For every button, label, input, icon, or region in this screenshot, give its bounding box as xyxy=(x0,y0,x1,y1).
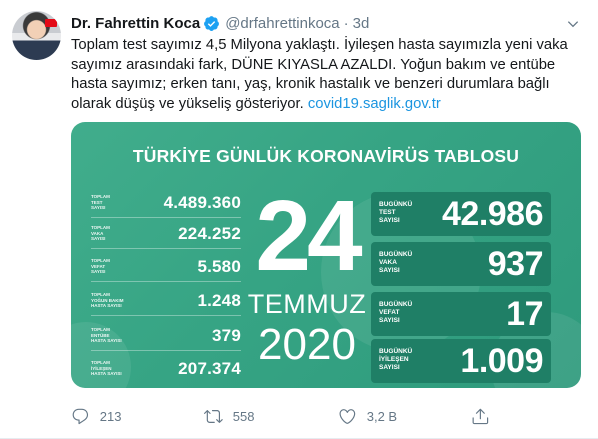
divider xyxy=(91,217,241,218)
left-stat-value: 224.252 xyxy=(178,224,241,243)
right-stat-today-recovered: BUGÜNKÜ İYİLEŞEN SAYISI 1.009 xyxy=(371,339,551,383)
tweet-image[interactable]: TÜRKİYE GÜNLÜK KORONAVİRÜS TABLOSU TOPLA… xyxy=(71,122,581,388)
left-stat-label: TOPLAM İYİLEŞEN HASTA SAYISI xyxy=(91,360,122,376)
left-stat-value: 207.374 xyxy=(178,359,241,378)
right-stat-label: BUGÜNKÜ TEST SAYISI xyxy=(379,201,413,224)
right-stat-value: 17 xyxy=(506,295,543,333)
tweet-text-line: olarak düşüş ve yükseliş gösteriyor. xyxy=(71,95,308,112)
author-handle[interactable]: @drfahrettinkoca xyxy=(225,15,339,32)
tweet-text-line: sayımız arasındaki fark, DÜNE KIYASLA AZ… xyxy=(71,56,556,73)
left-stat-icu: TOPLAM YOĞUN BAKIM HASTA SAYISI 1.248 xyxy=(71,288,241,316)
left-stat-value: 4.489.360 xyxy=(163,193,241,212)
left-stat-label: TOPLAM VEFAT SAYISI xyxy=(91,258,110,274)
left-stat-value: 1.248 xyxy=(197,291,241,310)
divider xyxy=(91,248,241,249)
divider xyxy=(91,281,241,282)
divider xyxy=(91,315,241,316)
right-stat-label: BUGÜNKÜ VEFAT SAYISI xyxy=(379,301,413,324)
date-year: 2020 xyxy=(258,320,356,369)
reply-icon xyxy=(72,408,89,424)
tweet-header: Dr. Fahrettin Koca @drfahrettinkoca · 3d xyxy=(71,13,369,33)
right-stat-label: BUGÜNKÜ İYİLEŞEN SAYISI xyxy=(379,348,413,371)
more-menu-button[interactable] xyxy=(562,13,584,35)
left-stat-total-tests: TOPLAM TEST SAYISI 4.489.360 xyxy=(71,190,241,218)
reply-count: 213 xyxy=(99,408,122,424)
left-stat-value: 379 xyxy=(212,326,241,345)
left-stat-intubated: TOPLAM ENTÜBE HASTA SAYISI 379 xyxy=(71,323,241,351)
right-stat-label: BUGÜNKÜ VAKA SAYISI xyxy=(379,251,413,274)
left-stat-label: TOPLAM YOĞUN BAKIM HASTA SAYISI xyxy=(91,292,124,308)
retweet-button[interactable]: 558 xyxy=(204,401,254,431)
right-stat-value: 937 xyxy=(487,245,544,283)
reply-button[interactable]: 213 xyxy=(71,401,121,431)
retweet-count: 558 xyxy=(232,408,255,424)
tweet-text: Toplam test sayımız 4,5 Milyona yaklaştı… xyxy=(71,36,581,114)
like-count: 3,2 B xyxy=(366,408,398,424)
like-icon xyxy=(339,408,356,424)
right-stat-today-cases: BUGÜNKÜ VAKA SAYISI 937 xyxy=(371,242,551,286)
share-icon xyxy=(472,408,489,424)
avatar[interactable] xyxy=(12,11,61,60)
separator-dot: · xyxy=(343,14,349,32)
date-day: 24 xyxy=(255,180,362,292)
flag-pin-icon xyxy=(45,19,57,27)
left-stat-total-cases: TOPLAM VAKA SAYISI 224.252 xyxy=(71,221,241,249)
right-stat-today-deaths: BUGÜNKÜ VEFAT SAYISI 17 xyxy=(371,292,551,336)
tweet[interactable]: Dr. Fahrettin Koca @drfahrettinkoca · 3d… xyxy=(0,0,598,439)
left-stat-total-deaths: TOPLAM VEFAT SAYISI 5.580 xyxy=(71,254,241,282)
verified-badge-icon xyxy=(204,15,220,31)
tweet-text-line: Toplam test sayımız 4,5 Milyona yaklaştı… xyxy=(71,37,568,53)
left-stat-label: TOPLAM VAKA SAYISI xyxy=(91,225,110,241)
right-stat-today-tests: BUGÜNKÜ TEST SAYISI 42.986 xyxy=(371,192,551,236)
right-stat-value: 1.009 xyxy=(460,342,543,380)
tweet-link[interactable]: covid19.saglik.gov.tr xyxy=(308,96,441,112)
share-button[interactable] xyxy=(471,401,490,431)
right-stat-value: 42.986 xyxy=(442,195,544,233)
left-stat-value: 5.580 xyxy=(197,257,241,276)
left-stat-recovered: TOPLAM İYİLEŞEN HASTA SAYISI 207.374 xyxy=(71,356,241,384)
author-name[interactable]: Dr. Fahrettin Koca xyxy=(71,15,200,32)
tweet-text-line: hasta sayımız; erken tanı, yaş, kronik h… xyxy=(71,76,550,92)
tweet-actions: 213 558 3,2 B xyxy=(71,401,581,431)
date-month: TEMMUZ xyxy=(247,289,367,319)
left-stat-label: TOPLAM TEST SAYISI xyxy=(91,194,110,210)
card-title: TÜRKİYE GÜNLÜK KORONAVİRÜS TABLOSU xyxy=(132,146,520,166)
divider xyxy=(91,350,241,351)
retweet-icon xyxy=(204,409,223,423)
tweet-timestamp[interactable]: 3d xyxy=(353,15,370,32)
left-stat-label: TOPLAM ENTÜBE HASTA SAYISI xyxy=(91,327,122,343)
chevron-down-icon xyxy=(567,21,579,28)
tweet-text-line-last: olarak düşüş ve yükseliş gösteriyor. cov… xyxy=(71,95,581,115)
like-button[interactable]: 3,2 B xyxy=(338,401,397,431)
